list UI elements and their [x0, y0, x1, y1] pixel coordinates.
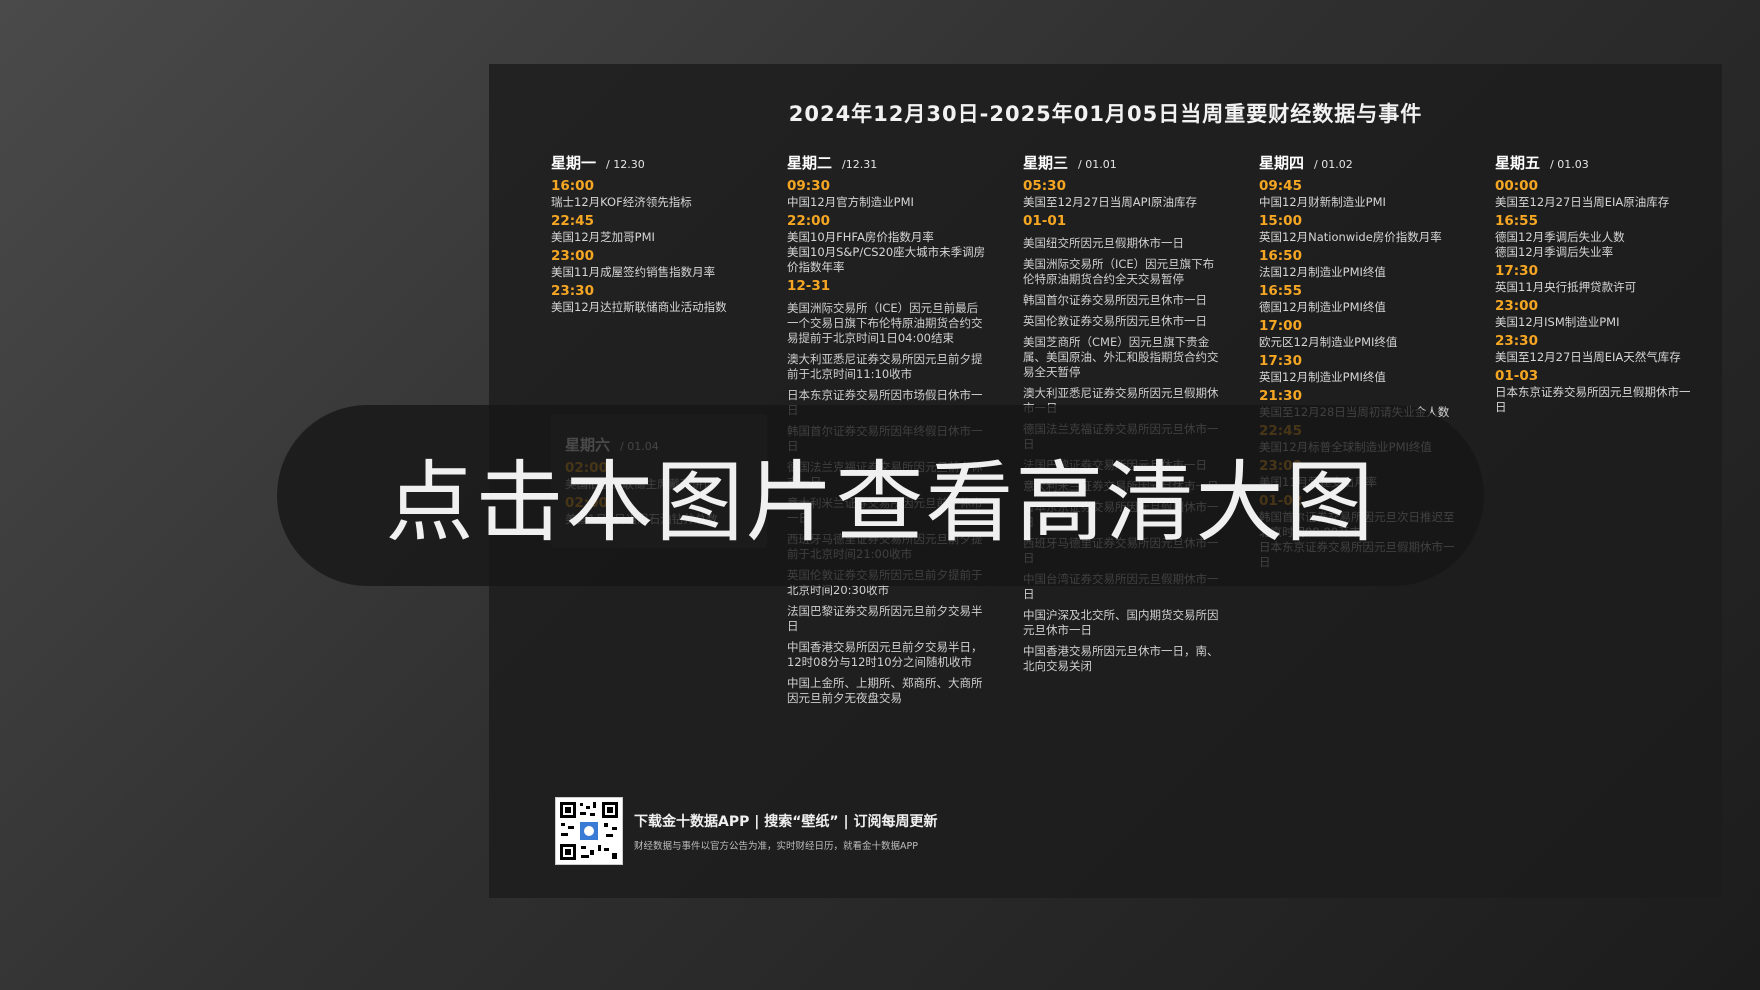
- event-time: 00:00: [1495, 178, 1538, 194]
- event-time: 09:45: [1259, 178, 1302, 194]
- market-notice: 中国上金所、上期所、郑商所、大商所因元旦前夕无夜盘交易: [787, 676, 983, 705]
- market-notice: 中国香港交易所因元旦休市一日，南、北向交易关闭: [1023, 644, 1219, 673]
- overlay-label: 点击本图片查看高清大图: [385, 451, 1376, 554]
- event-time: 17:00: [1259, 318, 1302, 334]
- market-notice: 美国纽交所因元旦假期休市一日: [1023, 236, 1184, 250]
- event-item: 22:00 美国10月FHFA房价指数月率 美国10月S&P/CS20座大城市未季…: [787, 213, 987, 275]
- day-name: 星期五: [1495, 154, 1541, 172]
- day-date: / 01.02: [1314, 158, 1353, 171]
- event-item: 16:55 德国12月制造业PMI终值: [1259, 283, 1459, 315]
- event-description: 美国11月成屋签约销售指数月率: [551, 265, 716, 279]
- day-date: /12.31: [842, 158, 878, 171]
- view-full-image-button[interactable]: 点击本图片查看高清大图: [277, 405, 1484, 586]
- event-time: 23:30: [1495, 333, 1538, 349]
- event-time: 22:45: [551, 213, 594, 229]
- event-time: 22:00: [787, 213, 830, 229]
- day-column-mon: 星期一/ 12.30 16:00 瑞士12月KOF经济领先指标 22:45 美国12月芝…: [551, 152, 751, 318]
- event-description: 美国10月FHFA房价指数月率 美国10月S&P/CS20座大城市未季调房价指数…: [787, 230, 986, 274]
- market-notice: 法国巴黎证券交易所因元旦前夕交易半日: [787, 604, 983, 633]
- market-notice: 美国洲际交易所（ICE）因元旦前最后一个交易日旗下布伦特原油期货合约交易提前于北…: [787, 301, 983, 345]
- day-name: 星期四: [1259, 154, 1305, 172]
- event-item: 16:50 法国12月制造业PMI终值: [1259, 248, 1459, 280]
- event-description: 美国至12月27日当周EIA原油库存: [1495, 195, 1670, 209]
- day-date: / 12.30: [606, 158, 645, 171]
- market-notice: 中国沪深及北交所、国内期货交易所因元旦休市一日: [1023, 608, 1219, 637]
- event-item: 23:30 美国至12月27日当周EIA天然气库存: [1495, 333, 1695, 365]
- event-time: 09:30: [787, 178, 830, 194]
- market-notice: 英国伦敦证券交易所因元旦休市一日: [1023, 314, 1207, 328]
- day-name: 星期三: [1023, 154, 1069, 172]
- day-name: 星期二: [787, 154, 833, 172]
- day-header: 星期二/12.31: [787, 152, 987, 178]
- event-item: 23:30 美国12月达拉斯联储商业活动指数: [551, 283, 751, 315]
- market-notice: 美国洲际交易所（ICE）因元旦旗下布伦特原油期货合约全天交易暂停: [1023, 257, 1215, 286]
- market-notice: 美国芝商所（CME）因元旦旗下贵金属、美国原油、外汇和股指期货合约交易全天暂停: [1023, 335, 1219, 379]
- event-time: 17:30: [1259, 353, 1302, 369]
- event-description: 英国11月央行抵押贷款许可: [1495, 280, 1637, 294]
- day-header: 星期四 / 01.02: [1259, 152, 1459, 178]
- event-item: 16:55 德国12月季调后失业人数 德国12月季调后失业率: [1495, 213, 1695, 260]
- event-description: 中国12月财新制造业PMI: [1259, 195, 1386, 209]
- day-date: / 01.01: [1078, 158, 1117, 171]
- event-time: 23:00: [551, 248, 594, 264]
- event-time: 21:30: [1259, 388, 1302, 404]
- event-time: 01-03: [1495, 368, 1539, 384]
- event-item: 09:30 中国12月官方制造业PMI: [787, 178, 987, 210]
- event-time: 16:50: [1259, 248, 1302, 264]
- event-description: 日本东京证券交易所因元旦假期休市一日: [1495, 385, 1691, 414]
- footer: 下载金十数据APP | 搜索“壁纸” | 订阅每周更新 财经数据与事件以官方公告…: [555, 797, 937, 865]
- event-item: 01-01: [1023, 213, 1223, 230]
- event-time: 05:30: [1023, 178, 1066, 194]
- day-header: 星期一 / 12.30: [551, 152, 751, 178]
- event-time: 16:00: [551, 178, 594, 194]
- event-item: 17:30 英国11月央行抵押贷款许可: [1495, 263, 1695, 295]
- event-description: 英国12月Nationwide房价指数月率: [1259, 230, 1442, 244]
- event-item: 22:45 美国12月芝加哥PMI: [551, 213, 751, 245]
- event-time: 15:00: [1259, 213, 1302, 229]
- event-description: 英国12月制造业PMI终值: [1259, 370, 1386, 384]
- event-description: 美国12月芝加哥PMI: [551, 230, 655, 244]
- event-description: 德国12月季调后失业人数 德国12月季调后失业率: [1495, 230, 1625, 259]
- event-time: 16:55: [1259, 283, 1302, 299]
- event-description: 法国12月制造业PMI终值: [1259, 265, 1386, 279]
- event-item: 16:00 瑞士12月KOF经济领先指标: [551, 178, 751, 210]
- event-description: 美国至12月27日当周API原油库存: [1023, 195, 1197, 209]
- day-header: 星期五 / 01.03: [1495, 152, 1695, 178]
- event-item: 09:45 中国12月财新制造业PMI: [1259, 178, 1459, 210]
- event-item: 05:30 美国至12月27日当周API原油库存: [1023, 178, 1223, 210]
- event-item: 12-31: [787, 278, 987, 295]
- market-notice: 韩国首尔证券交易所因元旦休市一日: [1023, 293, 1207, 307]
- day-header: 星期三 / 01.01: [1023, 152, 1223, 178]
- event-item: 17:30 英国12月制造业PMI终值: [1259, 353, 1459, 385]
- market-notice: 中国香港交易所因元旦前夕交易半日，12时08分与12时10分之间随机收市: [787, 640, 983, 669]
- event-description: 瑞士12月KOF经济领先指标: [551, 195, 692, 209]
- event-time: 16:55: [1495, 213, 1538, 229]
- event-item: 00:00 美国至12月27日当周EIA原油库存: [1495, 178, 1695, 210]
- event-item: 17:00 欧元区12月制造业PMI终值: [1259, 318, 1459, 350]
- event-description: 美国12月ISM制造业PMI: [1495, 315, 1620, 329]
- event-time: 23:00: [1495, 298, 1538, 314]
- qr-code-icon[interactable]: [555, 797, 623, 865]
- event-description: 德国12月制造业PMI终值: [1259, 300, 1386, 314]
- footer-disclaimer: 财经数据与事件以官方公告为准，实时财经日历，就看金十数据APP: [634, 840, 918, 852]
- event-time: 01-01: [1023, 213, 1067, 229]
- page-title: 2024年12月30日-2025年01月05日当周重要财经数据与事件: [788, 102, 1423, 126]
- day-date: / 01.03: [1550, 158, 1589, 171]
- event-item: 23:00 美国11月成屋签约销售指数月率: [551, 248, 751, 280]
- footer-download-text: 下载金十数据APP | 搜索“壁纸” | 订阅每周更新: [634, 813, 938, 830]
- market-notice: 澳大利亚悉尼证券交易所因元旦前夕提前于北京时间11:10收市: [787, 352, 983, 381]
- day-name: 星期一: [551, 154, 597, 172]
- event-time: 23:30: [551, 283, 594, 299]
- event-item: 23:00 美国12月ISM制造业PMI: [1495, 298, 1695, 330]
- event-description: 中国12月官方制造业PMI: [787, 195, 914, 209]
- event-description: 欧元区12月制造业PMI终值: [1259, 335, 1398, 349]
- event-time: 12-31: [787, 278, 831, 294]
- event-item: 15:00 英国12月Nationwide房价指数月率: [1259, 213, 1459, 245]
- day-column-fri: 星期五/ 01.03 00:00 美国至12月27日当周EIA原油库存 16:55 德国…: [1495, 152, 1695, 418]
- event-item: 01-03 日本东京证券交易所因元旦假期休市一日: [1495, 368, 1695, 415]
- event-description: 美国12月达拉斯联储商业活动指数: [551, 300, 727, 314]
- event-description: 美国至12月27日当周EIA天然气库存: [1495, 350, 1681, 364]
- event-time: 17:30: [1495, 263, 1538, 279]
